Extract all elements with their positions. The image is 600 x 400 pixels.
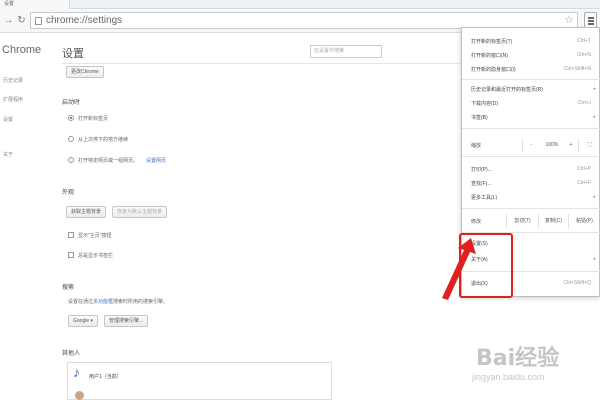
shortcut: Ctrl+T bbox=[577, 38, 591, 44]
menu-print[interactable]: 打印(P)... bbox=[471, 166, 492, 173]
search-description: 设置在通过多功能框搜索时所用的搜索引擎。 bbox=[68, 299, 169, 305]
menu-more-tools[interactable]: 更多工具(L) bbox=[471, 194, 497, 201]
zoom-in-button[interactable]: + bbox=[564, 138, 578, 152]
menu-bookmarks[interactable]: 书签(B) bbox=[471, 114, 488, 121]
omnibox-link[interactable]: 多功能框 bbox=[93, 299, 113, 305]
submenu-arrow-icon: ▸ bbox=[593, 114, 596, 120]
change-chrome-button[interactable]: 更改Chrome bbox=[66, 66, 104, 78]
shortcut: Ctrl+N bbox=[576, 52, 591, 58]
show-home-checkbox[interactable] bbox=[68, 232, 74, 238]
menu-separator bbox=[462, 208, 600, 209]
people-heading: 其他人 bbox=[62, 351, 81, 357]
sidebar-item-extensions[interactable]: 扩展程序 bbox=[3, 96, 23, 103]
page-title: 设置 bbox=[62, 48, 84, 60]
set-pages-link[interactable]: 设置网页 bbox=[146, 157, 166, 164]
watermark-brand: Bai经验 bbox=[476, 346, 560, 371]
startup-radio-newtab[interactable] bbox=[68, 115, 74, 121]
startup-heading: 启动时 bbox=[62, 100, 81, 106]
appearance-heading: 外观 bbox=[62, 190, 75, 196]
paste-button[interactable]: 粘贴(P) bbox=[568, 214, 600, 228]
submenu-arrow-icon: ▸ bbox=[593, 256, 596, 262]
bookmark-star-icon[interactable]: ☆ bbox=[564, 14, 574, 27]
zoom-label: 缩放 bbox=[471, 143, 482, 149]
current-user-label[interactable]: 用户1（当前） bbox=[89, 373, 122, 380]
watermark-site: jingyan.baidu.com bbox=[472, 372, 545, 382]
menu-downloads[interactable]: 下载内容(D) bbox=[471, 100, 498, 107]
menu-new-window[interactable]: 打开新的窗口(N) bbox=[471, 52, 508, 59]
edit-label: 修改 bbox=[471, 219, 482, 225]
forward-icon[interactable]: → bbox=[2, 14, 15, 27]
reset-theme-button[interactable]: 恢复为默认主题背景 bbox=[112, 206, 168, 218]
zoom-out-button[interactable]: - bbox=[522, 138, 540, 152]
shortcut: Ctrl+P bbox=[576, 166, 591, 172]
submenu-arrow-icon: ▸ bbox=[593, 86, 596, 92]
shortcut: Ctrl+J bbox=[577, 100, 591, 106]
url-text: chrome://settings bbox=[46, 15, 123, 26]
menu-history[interactable]: 历史记录和最近打开的标签页(R) bbox=[471, 86, 543, 93]
user-avatar-icon: ♪ bbox=[73, 364, 80, 380]
sidebar-item-history[interactable]: 历史记录 bbox=[3, 77, 23, 84]
startup-option-label: 从上次停下的地方继续 bbox=[78, 137, 129, 143]
tab-settings[interactable]: 设置 bbox=[0, 0, 70, 9]
copy-button[interactable]: 复制(C) bbox=[538, 214, 568, 228]
page-icon bbox=[35, 17, 42, 25]
shortcut: Ctrl+Shift+Q bbox=[563, 280, 591, 286]
menu-incognito[interactable]: 打开新的隐身窗口(I) bbox=[471, 66, 516, 73]
menu-separator bbox=[462, 128, 600, 129]
settings-search-input[interactable]: 在设置中搜索 bbox=[310, 45, 382, 58]
sidebar-title: Chrome bbox=[2, 44, 42, 56]
cut-button[interactable]: 剪切(T) bbox=[506, 214, 538, 228]
show-home-label: 显示"主页"按钮 bbox=[78, 233, 112, 239]
menu-find[interactable]: 查找(F)... bbox=[471, 180, 492, 187]
zoom-value: 100% bbox=[545, 142, 559, 148]
menu-separator bbox=[462, 79, 600, 80]
shortcut: Ctrl+F bbox=[577, 180, 591, 186]
submenu-arrow-icon: ▸ bbox=[593, 194, 596, 200]
search-engine-select[interactable]: Google ▾ bbox=[68, 315, 99, 327]
menu-new-tab[interactable]: 打开新的标签页(T) bbox=[471, 38, 512, 45]
avatar bbox=[75, 391, 84, 400]
annotation-arrow-icon bbox=[442, 238, 476, 300]
watermark: Bai经验 jingyan.baidu.com bbox=[452, 336, 600, 400]
get-themes-button[interactable]: 获取主题背景 bbox=[66, 206, 107, 218]
shortcut: Ctrl+Shift+N bbox=[563, 66, 591, 72]
sidebar-item-about[interactable]: 关于 bbox=[3, 151, 13, 158]
menu-separator bbox=[462, 156, 600, 157]
sidebar-item-settings[interactable]: 设置 bbox=[3, 116, 13, 123]
tab-strip: 设置 bbox=[0, 0, 600, 9]
chrome-menu-button[interactable] bbox=[584, 12, 597, 28]
show-bookmarks-label: 总是显示书签栏 bbox=[78, 253, 114, 259]
manage-search-engines-button[interactable]: 管理搜索引擎... bbox=[104, 315, 149, 327]
fullscreen-icon[interactable]: ⛶ bbox=[578, 138, 600, 152]
startup-option-label: 打开新标签页 bbox=[78, 116, 109, 122]
startup-option-label: 打开特定网页或一组网页。 bbox=[78, 158, 139, 164]
startup-radio-specific[interactable] bbox=[68, 157, 74, 163]
reload-icon[interactable]: ↻ bbox=[15, 14, 28, 27]
search-heading: 搜索 bbox=[62, 285, 75, 291]
people-list bbox=[67, 362, 332, 400]
divider bbox=[62, 63, 462, 64]
startup-radio-continue[interactable] bbox=[68, 136, 74, 142]
show-bookmarks-checkbox[interactable] bbox=[68, 252, 74, 258]
